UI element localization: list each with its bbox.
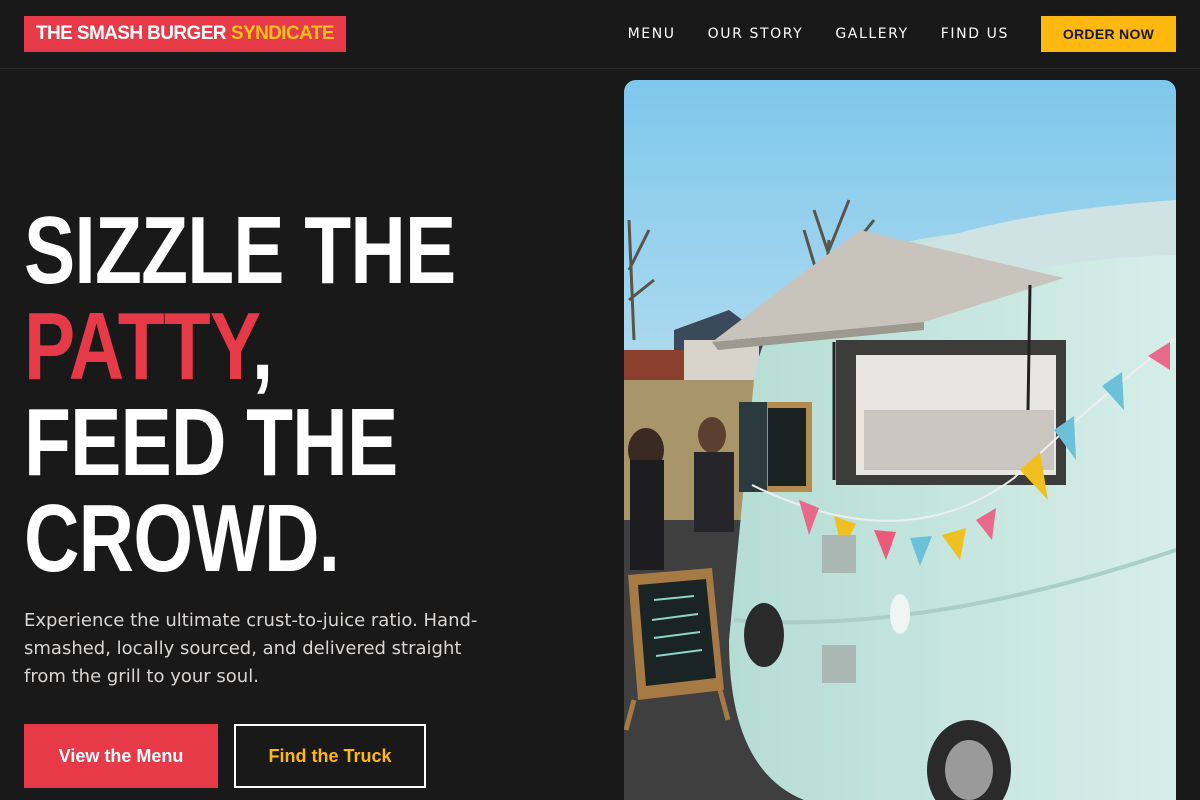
headline-line-3: FEED THE [24, 389, 398, 496]
hero-tagline: Experience the ultimate crust-to-juice r… [24, 610, 478, 687]
site-header: THE SMASH BURGER SYNDICATE MENU OUR STOR… [0, 0, 1200, 69]
view-menu-button[interactable]: View the Menu [24, 724, 218, 788]
food-truck-photo [624, 80, 1176, 800]
headline-line-2: PATTY, [24, 299, 408, 395]
brand-name-primary: THE SMASH BURGER [36, 23, 227, 44]
headline-comma: , [251, 293, 273, 400]
headline-line-4: CROWD. [24, 485, 340, 592]
headline-accent-word: PATTY [24, 293, 253, 400]
brand-logo[interactable]: THE SMASH BURGER SYNDICATE [24, 16, 346, 52]
nav-item-gallery[interactable]: GALLERY [835, 26, 908, 42]
hero-headline: SIZZLE THE PATTY, FEED THE CROWD. [24, 197, 456, 592]
food-truck-illustration [624, 80, 1176, 800]
nav-item-menu[interactable]: MENU [628, 26, 676, 42]
find-truck-button[interactable]: Find the Truck [234, 724, 426, 788]
brand-name-accent: SYNDICATE [230, 23, 335, 44]
main-nav: MENU OUR STORY GALLERY FIND US ORDER NOW [596, 0, 1176, 68]
nav-item-our-story[interactable]: OUR STORY [708, 26, 804, 42]
order-now-button[interactable]: ORDER NOW [1041, 16, 1176, 52]
nav-item-find-us[interactable]: FIND US [941, 26, 1009, 42]
headline-line-1: SIZZLE THE [24, 197, 456, 304]
